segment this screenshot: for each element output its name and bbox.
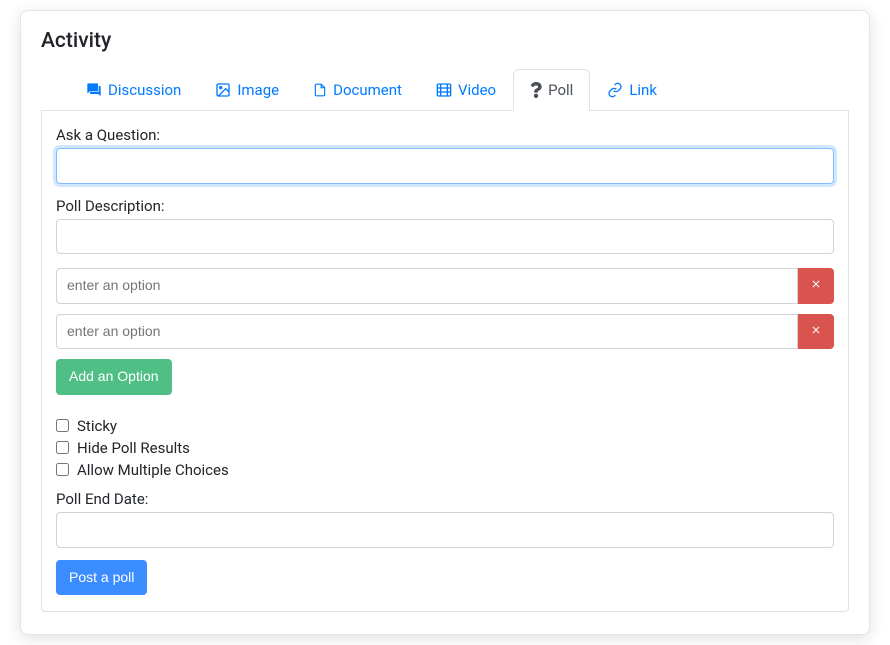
description-input[interactable] [56,219,834,255]
hide-results-checkbox[interactable] [56,441,69,454]
tab-label: Video [458,81,496,99]
tab-document[interactable]: Document [296,69,419,111]
checkbox-label: Sticky [77,417,117,435]
post-poll-button[interactable]: Post a poll [56,560,147,596]
add-option-button[interactable]: Add an Option [56,359,172,395]
image-icon [215,82,231,98]
comments-icon [86,82,102,98]
tab-label: Image [237,81,279,99]
end-date-input[interactable] [56,512,834,548]
allow-multiple-checkbox-row[interactable]: Allow Multiple Choices [56,461,834,479]
tab-label: Document [333,81,402,99]
tab-label: Link [629,81,657,99]
sticky-checkbox-row[interactable]: Sticky [56,417,834,435]
link-icon [607,82,623,98]
tab-label: Discussion [108,81,181,99]
poll-panel: Ask a Question: Poll Description: [41,110,849,612]
times-icon [810,322,822,342]
file-icon [313,82,327,98]
tab-image[interactable]: Image [198,69,296,111]
tab-video[interactable]: Video [419,69,513,111]
activity-tabs: Discussion Image Document [41,69,849,111]
activity-card: Activity Discussion Image [20,10,870,635]
question-input[interactable] [56,148,834,184]
poll-checkboxes: Sticky Hide Poll Results Allow Multiple … [56,417,834,479]
times-icon [810,276,822,296]
checkbox-label: Allow Multiple Choices [77,461,229,479]
film-icon [436,82,452,98]
card-title: Activity [41,29,849,53]
poll-options: Add an Option [56,268,834,395]
end-date-label: Poll End Date: [56,490,148,508]
option-input[interactable] [56,314,798,350]
question-label: Ask a Question: [56,126,160,144]
checkbox-label: Hide Poll Results [77,439,190,457]
question-icon [530,82,542,98]
description-label: Poll Description: [56,197,165,215]
tab-discussion[interactable]: Discussion [69,69,198,111]
tab-poll[interactable]: Poll [513,69,590,111]
poll-option-row [56,314,834,350]
tab-label: Poll [548,81,573,99]
option-input[interactable] [56,268,798,304]
poll-option-row [56,268,834,304]
allow-multiple-checkbox[interactable] [56,463,69,476]
remove-option-button[interactable] [798,268,834,304]
remove-option-button[interactable] [798,314,834,350]
hide-results-checkbox-row[interactable]: Hide Poll Results [56,439,834,457]
sticky-checkbox[interactable] [56,419,69,432]
tab-link[interactable]: Link [590,69,674,111]
